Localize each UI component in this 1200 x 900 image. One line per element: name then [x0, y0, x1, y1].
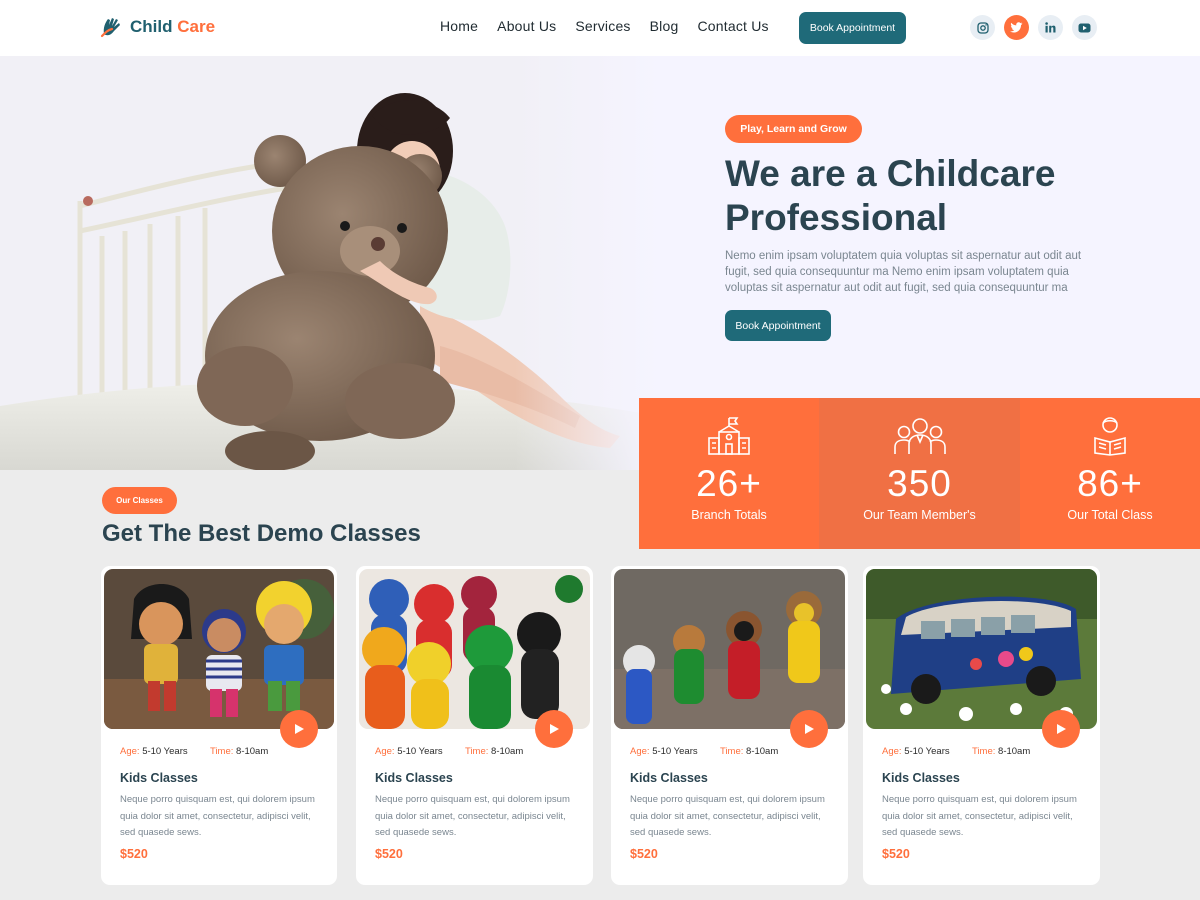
class-title[interactable]: Kids Classes [882, 771, 960, 785]
instagram-icon[interactable] [970, 15, 995, 40]
class-price: $520 [120, 847, 148, 861]
hero-tag: Play, Learn and Grow [725, 115, 862, 143]
nav-blog[interactable]: Blog [650, 18, 679, 34]
brand-name-part2: Care [177, 17, 216, 36]
age-value: 5-10 Years [904, 746, 950, 757]
stat-value: 350 [887, 463, 952, 504]
class-card[interactable]: Age: 5-10 Years Time: 8-10am Kids Classe… [101, 566, 337, 885]
class-description: Neque porro quisquam est, qui dolorem ip… [630, 794, 825, 838]
student-reading-icon [1094, 417, 1126, 456]
stat-team-members: 350 Our Team Member's [819, 398, 1020, 549]
brand-name-part1: Child [130, 17, 173, 36]
wooden-pegs-photo [359, 569, 590, 729]
stat-total-class: 86+ Our Total Class [1020, 398, 1200, 549]
age-value: 5-10 Years [142, 746, 188, 757]
age-value: 5-10 Years [652, 746, 698, 757]
class-price: $520 [375, 847, 403, 861]
time-value: 8-10am [491, 746, 524, 757]
age-label: Age: [630, 746, 650, 757]
stat-label: Our Total Class [1067, 508, 1153, 522]
stat-value: 26+ [696, 463, 762, 504]
class-meta: Age: 5-10 Years Time: 8-10am [630, 746, 810, 757]
class-meta: Age: 5-10 Years Time: 8-10am [375, 746, 555, 757]
time-label: Time: [720, 746, 744, 757]
time-value: 8-10am [746, 746, 779, 757]
time-value: 8-10am [998, 746, 1031, 757]
class-description: Neque porro quisquam est, qui dolorem ip… [375, 794, 570, 838]
age-label: Age: [882, 746, 902, 757]
class-meta: Age: 5-10 Years Time: 8-10am [882, 746, 1062, 757]
time-label: Time: [972, 746, 996, 757]
site-header: Child Care Home About Us Services Blog C… [0, 0, 1200, 56]
play-icon[interactable] [1042, 710, 1080, 748]
age-label: Age: [375, 746, 395, 757]
age-label: Age: [120, 746, 140, 757]
time-label: Time: [465, 746, 489, 757]
stat-value: 86+ [1077, 463, 1143, 504]
linkedin-icon[interactable] [1038, 15, 1063, 40]
class-card[interactable]: Age: 5-10 Years Time: 8-10am Kids Classe… [863, 566, 1100, 885]
stats-panel: 26+ Branch Totals 350 Our Team Member's … [639, 398, 1200, 549]
age-value: 5-10 Years [397, 746, 443, 757]
class-price: $520 [630, 847, 658, 861]
play-icon[interactable] [535, 710, 573, 748]
class-description: Neque porro quisquam est, qui dolorem ip… [120, 794, 315, 838]
hand-logo-icon [100, 18, 120, 38]
nav-about-us[interactable]: About Us [497, 18, 556, 34]
hero-book-appointment-button[interactable]: Book Appointment [725, 310, 831, 341]
peg-puppets-photo [614, 569, 845, 729]
time-label: Time: [210, 746, 234, 757]
hero-description: Nemo enim ipsam voluptatem quia voluptas… [725, 250, 1082, 294]
stat-label: Our Team Member's [863, 508, 976, 522]
nav-home[interactable]: Home [440, 18, 478, 34]
stat-branch-totals: 26+ Branch Totals [639, 398, 819, 549]
class-title[interactable]: Kids Classes [630, 771, 708, 785]
nav-services[interactable]: Services [575, 18, 630, 34]
youtube-icon[interactable] [1072, 15, 1097, 40]
class-title[interactable]: Kids Classes [375, 771, 453, 785]
classes-title: Get The Best Demo Classes [102, 520, 421, 547]
class-title[interactable]: Kids Classes [120, 771, 198, 785]
school-building-icon [708, 417, 750, 455]
team-members-icon [893, 418, 946, 454]
header-book-appointment-button[interactable]: Book Appointment [799, 12, 906, 44]
brand-logo[interactable]: Child Care [100, 14, 215, 40]
wooden-dolls-photo [104, 569, 334, 729]
main-nav: Home About Us Services Blog Contact Us [440, 18, 769, 34]
time-value: 8-10am [236, 746, 269, 757]
play-icon[interactable] [280, 710, 318, 748]
classes-tag: Our Classes [102, 487, 177, 514]
stat-label: Branch Totals [691, 508, 767, 522]
play-icon[interactable] [790, 710, 828, 748]
class-meta: Age: 5-10 Years Time: 8-10am [120, 746, 300, 757]
class-card[interactable]: Age: 5-10 Years Time: 8-10am Kids Classe… [356, 566, 593, 885]
class-price: $520 [882, 847, 910, 861]
brand-name: Child Care [130, 17, 215, 37]
girl-with-teddy-bear-photo [0, 56, 660, 470]
twitter-icon[interactable] [1004, 15, 1029, 40]
class-description: Neque porro quisquam est, qui dolorem ip… [882, 794, 1077, 838]
social-links [970, 15, 1097, 40]
hero-title: We are a Childcare Professional [725, 153, 1056, 238]
toy-van-photo [866, 569, 1097, 729]
nav-contact-us[interactable]: Contact Us [697, 18, 768, 34]
class-card[interactable]: Age: 5-10 Years Time: 8-10am Kids Classe… [611, 566, 848, 885]
